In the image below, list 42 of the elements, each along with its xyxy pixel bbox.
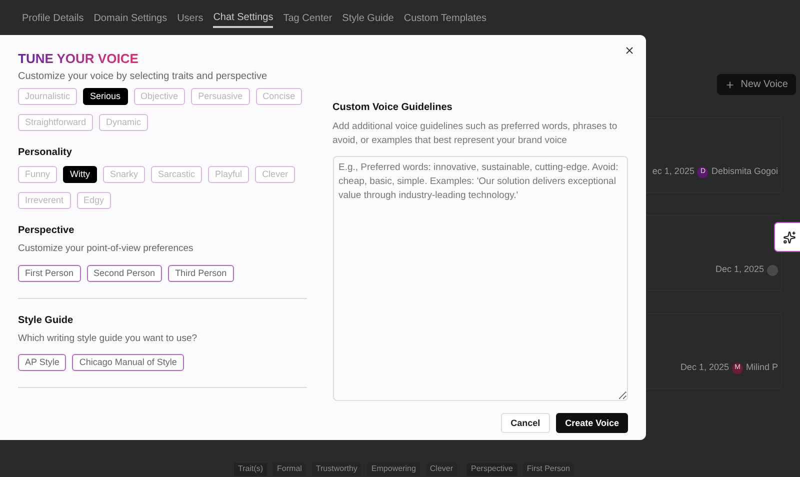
section-title: Style Guide bbox=[18, 314, 74, 328]
nav-tab[interactable]: Domain Settings bbox=[94, 8, 168, 28]
card-date: ec 1, 2025 bbox=[652, 164, 694, 178]
tag: Empowering bbox=[367, 463, 420, 476]
close-icon bbox=[624, 44, 634, 56]
tag: Formal bbox=[273, 463, 306, 476]
guidelines-description: Add additional voice guidelines such as preferred words, phrases to avoid, or examples that best represent your brand voice bbox=[332, 120, 618, 148]
sparkle-icon bbox=[782, 230, 796, 244]
option-chip[interactable]: Witty bbox=[63, 166, 98, 184]
section-title: Personality bbox=[18, 146, 73, 160]
option-chip[interactable]: Second Person bbox=[86, 264, 162, 282]
option-chip[interactable]: First Person bbox=[18, 264, 81, 282]
tag: Clever bbox=[426, 463, 458, 476]
cancel-button[interactable]: Cancel bbox=[500, 413, 550, 434]
section-description: Which writing style guide you want to use? bbox=[18, 332, 198, 346]
tag: Trustworthy bbox=[312, 463, 362, 476]
nav-tab[interactable]: Profile Details bbox=[22, 8, 84, 28]
option-chip[interactable]: AP Style bbox=[18, 354, 66, 371]
card-date: Dec 1, 2025 bbox=[715, 262, 764, 276]
tag: First Person bbox=[522, 463, 574, 476]
guidelines-title: Custom Voice Guidelines bbox=[332, 101, 454, 116]
nav-tab[interactable]: Style Guide bbox=[342, 8, 394, 28]
plus-icon bbox=[724, 80, 735, 90]
card-author: Milind P bbox=[746, 360, 778, 374]
option-chip[interactable]: Chicago Manual of Style bbox=[72, 354, 184, 371]
tag-group-label: Trait(s) bbox=[234, 463, 268, 476]
new-voice-button[interactable]: New Voice bbox=[716, 74, 796, 95]
section-title: Perspective bbox=[18, 224, 76, 238]
nav-tab[interactable]: Users bbox=[177, 8, 204, 28]
modal-subtitle: Customize your voice by selecting traits and perspective bbox=[18, 70, 268, 84]
section-description: Customize your point-of-view preferences bbox=[18, 242, 194, 256]
card-author: Debismita Gogoi bbox=[711, 164, 778, 178]
option-chip[interactable]: Serious bbox=[83, 88, 128, 106]
create-voice-button[interactable]: Create Voice bbox=[556, 413, 628, 434]
sparkle-button[interactable] bbox=[774, 222, 800, 252]
nav-tab[interactable]: Tag Center bbox=[283, 8, 332, 28]
nav-tab[interactable]: Custom Templates bbox=[404, 8, 487, 28]
tag-group-label: Perspective bbox=[467, 463, 517, 476]
option-chip[interactable]: Third Person bbox=[168, 264, 234, 282]
guidelines-textarea[interactable]: E.g., Preferred words: innovative, sustainable, cutting-edge. Avoid: cheap, basic, simple. Examples: 'Our solution delivers exceptional value through industry-leading technology.' bbox=[332, 156, 628, 402]
card-date: Dec 1, 2025 bbox=[680, 360, 729, 374]
nav-tab[interactable]: Chat Settings bbox=[213, 8, 274, 28]
